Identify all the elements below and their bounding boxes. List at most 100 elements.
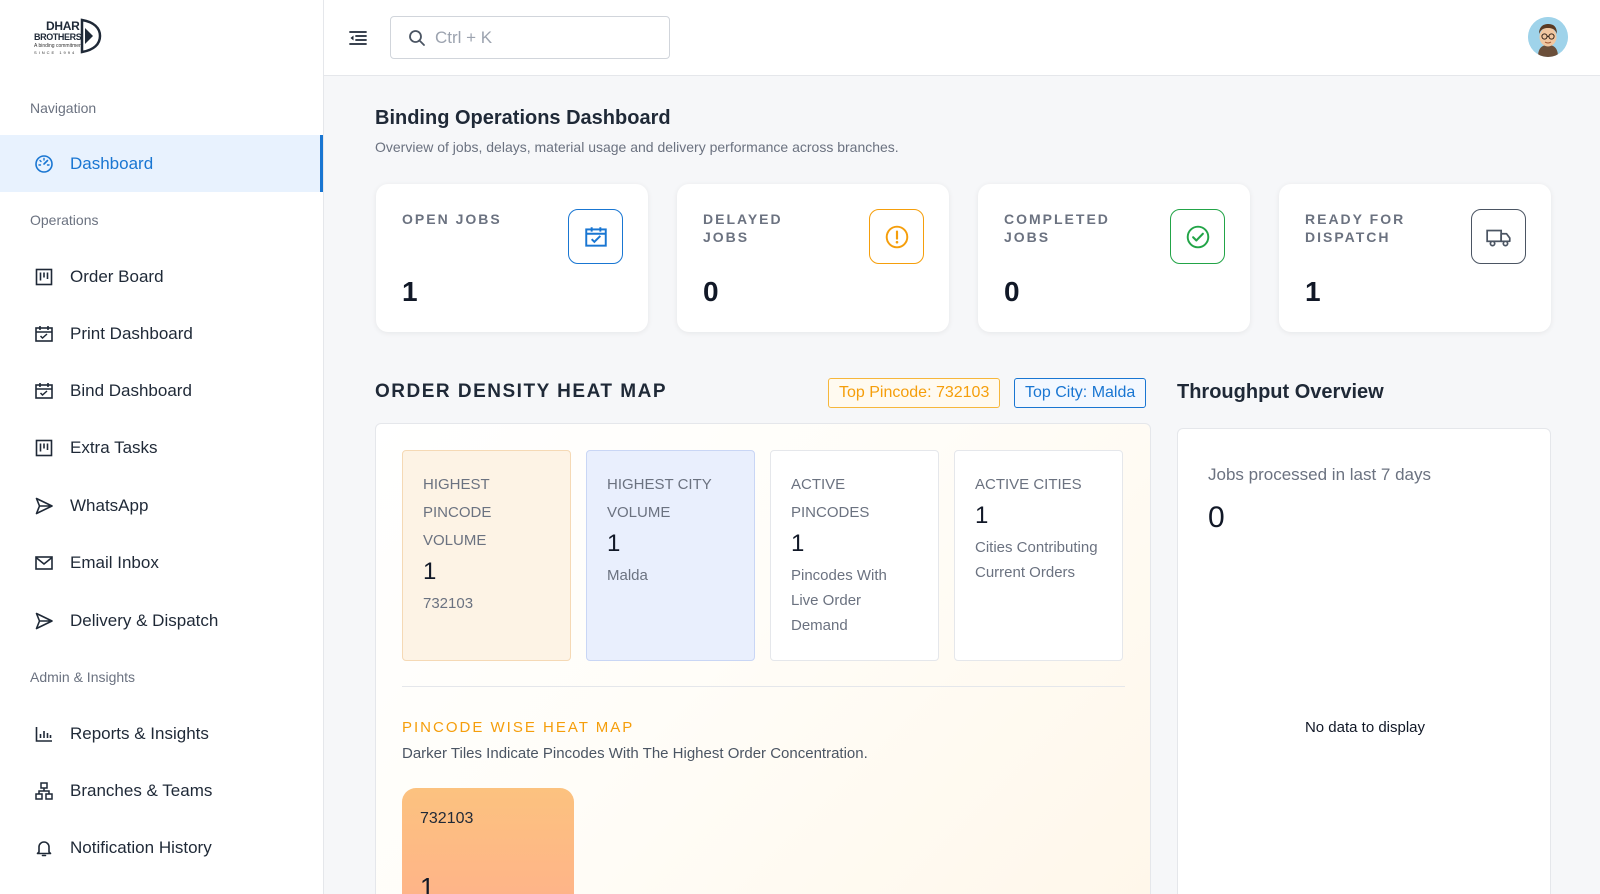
- sidebar-item-notification-history[interactable]: Notification History: [0, 819, 323, 876]
- sidebar: DHAR BROTHERS A binding commitment SINCE…: [0, 0, 324, 894]
- page-subtitle: Overview of jobs, delays, material usage…: [375, 139, 899, 155]
- tile-pincode: 732103: [420, 810, 474, 827]
- throughput-value: 0: [1208, 501, 1225, 534]
- bell-icon: [34, 838, 54, 858]
- top-pincode-badge: Top Pincode: 732103: [828, 378, 1001, 408]
- sidebar-item-extra-tasks[interactable]: Extra Tasks: [0, 419, 323, 476]
- stat-value: 1: [607, 530, 621, 557]
- calendar-check-icon: [568, 209, 623, 264]
- board-icon: [34, 438, 54, 458]
- stat-value: 1: [975, 502, 989, 529]
- pincode-tile[interactable]: 732103 1: [402, 788, 574, 894]
- stat-sub: Pincodes With Live Order Demand: [791, 567, 887, 634]
- sidebar-item-reports-insights[interactable]: Reports & Insights: [0, 705, 323, 762]
- stat-label: ACTIVE CITIES: [975, 476, 1082, 493]
- sidebar-item-label: Order Board: [70, 266, 164, 286]
- heatmap-title: ORDER DENSITY HEAT MAP: [375, 381, 667, 402]
- stat-highest-city-volume: HIGHEST CITY VOLUME 1 Malda: [586, 450, 755, 661]
- kpi-card-ready-for-dispatch[interactable]: READY FOR DISPATCH 1: [1279, 184, 1551, 332]
- sidebar-item-label: WhatsApp: [70, 495, 149, 515]
- top-city-badge: Top City: Malda: [1014, 378, 1147, 408]
- sidebar-item-label: Bind Dashboard: [70, 380, 192, 400]
- sidebar-item-label: Branches & Teams: [70, 780, 213, 800]
- gauge-icon: [34, 154, 54, 174]
- stat-value: 1: [423, 558, 437, 585]
- kpi-value: 1: [1305, 276, 1321, 307]
- throughput-subtitle: Jobs processed in last 7 days: [1208, 465, 1432, 484]
- search-box[interactable]: [390, 16, 670, 59]
- pincode-heatmap-title: PINCODE WISE HEAT MAP: [402, 719, 635, 736]
- throughput-title: Throughput Overview: [1177, 381, 1384, 403]
- brand-logo[interactable]: DHAR BROTHERS A binding commitment SINCE…: [34, 16, 108, 58]
- sidebar-item-label: Reports & Insights: [70, 723, 209, 743]
- brand-line2: BROTHERS: [34, 32, 82, 42]
- nav-section-navigation: Navigation: [30, 100, 97, 116]
- stat-active-pincodes: ACTIVE PINCODES 1 Pincodes With Live Ord…: [770, 450, 939, 661]
- tile-value: 1: [420, 872, 435, 894]
- pincode-heatmap-subtitle: Darker Tiles Indicate Pincodes With The …: [402, 745, 868, 762]
- alert-circle-icon: [869, 209, 924, 264]
- kpi-label: DELAYED JOBS: [703, 211, 783, 245]
- sidebar-item-label: Email Inbox: [70, 552, 159, 572]
- nav-section-admin-insights: Admin & Insights: [30, 669, 136, 685]
- bar-chart-icon: [34, 724, 54, 744]
- throughput-empty-state: No data to display: [1304, 719, 1426, 736]
- sidebar-item-label: Print Dashboard: [70, 323, 193, 343]
- stat-label: ACTIVE PINCODES: [791, 476, 870, 521]
- kpi-label: READY FOR DISPATCH: [1305, 211, 1406, 245]
- sidebar-item-delivery-dispatch[interactable]: Delivery & Dispatch: [0, 592, 323, 649]
- stat-highest-pincode-volume: HIGHEST PINCODE VOLUME 1 732103: [402, 450, 571, 661]
- divider: [402, 686, 1125, 687]
- mail-icon: [34, 553, 54, 573]
- sidebar-item-label: Notification History: [70, 837, 212, 857]
- menu-collapse-button[interactable]: [346, 26, 370, 50]
- stat-active-cities: ACTIVE CITIES 1 Cities Contributing Curr…: [954, 450, 1123, 661]
- kpi-value: 1: [402, 276, 418, 307]
- heatmap-panel: HIGHEST PINCODE VOLUME 1 732103 HIGHEST …: [375, 423, 1151, 894]
- truck-icon: [1471, 209, 1526, 264]
- stat-sub: Cities Contributing Current Orders: [975, 539, 1098, 581]
- brand-since: SINCE 1994: [34, 50, 77, 55]
- throughput-panel: Jobs processed in last 7 days 0 No data …: [1177, 428, 1551, 894]
- sidebar-item-label: Extra Tasks: [70, 437, 158, 457]
- check-circle-icon: [1170, 209, 1225, 264]
- topbar: [324, 0, 1600, 76]
- kpi-card-open-jobs[interactable]: OPEN JOBS 1: [376, 184, 648, 332]
- stat-label: HIGHEST PINCODE VOLUME: [423, 476, 492, 549]
- stat-label: HIGHEST CITY VOLUME: [607, 476, 712, 521]
- calendar-check-icon: [34, 324, 54, 344]
- sidebar-item-email-inbox[interactable]: Email Inbox: [0, 534, 323, 591]
- send-icon: [34, 496, 54, 516]
- kpi-label: COMPLETED JOBS: [1004, 211, 1110, 245]
- sidebar-item-whatsapp[interactable]: WhatsApp: [0, 477, 323, 534]
- sidebar-item-branches-teams[interactable]: Branches & Teams: [0, 762, 323, 819]
- send-icon: [34, 611, 54, 631]
- brand-line1: DHAR: [46, 19, 80, 33]
- kpi-value: 0: [1004, 276, 1020, 307]
- search-icon: [409, 29, 425, 46]
- kpi-value: 0: [703, 276, 719, 307]
- page-title: Binding Operations Dashboard: [375, 107, 671, 129]
- org-chart-icon: [34, 781, 54, 801]
- nav-section-operations: Operations: [30, 212, 99, 228]
- brand-tagline: A binding commitment: [34, 43, 84, 49]
- board-icon: [34, 267, 54, 287]
- kpi-label: OPEN JOBS: [402, 211, 502, 227]
- book-logo-icon: [80, 18, 102, 54]
- sidebar-item-label: Dashboard: [70, 153, 154, 173]
- search-input[interactable]: [435, 27, 655, 48]
- stat-value: 1: [791, 530, 805, 557]
- stat-sub: 732103: [423, 595, 474, 612]
- kpi-card-delayed-jobs[interactable]: DELAYED JOBS 0: [677, 184, 949, 332]
- kpi-card-completed-jobs[interactable]: COMPLETED JOBS 0: [978, 184, 1250, 332]
- calendar-check-icon: [34, 381, 54, 401]
- menu-collapse-icon: [349, 31, 367, 45]
- sidebar-item-bind-dashboard[interactable]: Bind Dashboard: [0, 362, 323, 419]
- stat-sub: Malda: [607, 567, 648, 584]
- avatar[interactable]: [1528, 17, 1568, 57]
- user-avatar-icon: [1528, 17, 1568, 57]
- sidebar-item-dashboard[interactable]: Dashboard: [0, 135, 323, 192]
- sidebar-item-print-dashboard[interactable]: Print Dashboard: [0, 305, 323, 362]
- sidebar-item-label: Delivery & Dispatch: [70, 610, 219, 630]
- sidebar-item-order-board[interactable]: Order Board: [0, 248, 323, 305]
